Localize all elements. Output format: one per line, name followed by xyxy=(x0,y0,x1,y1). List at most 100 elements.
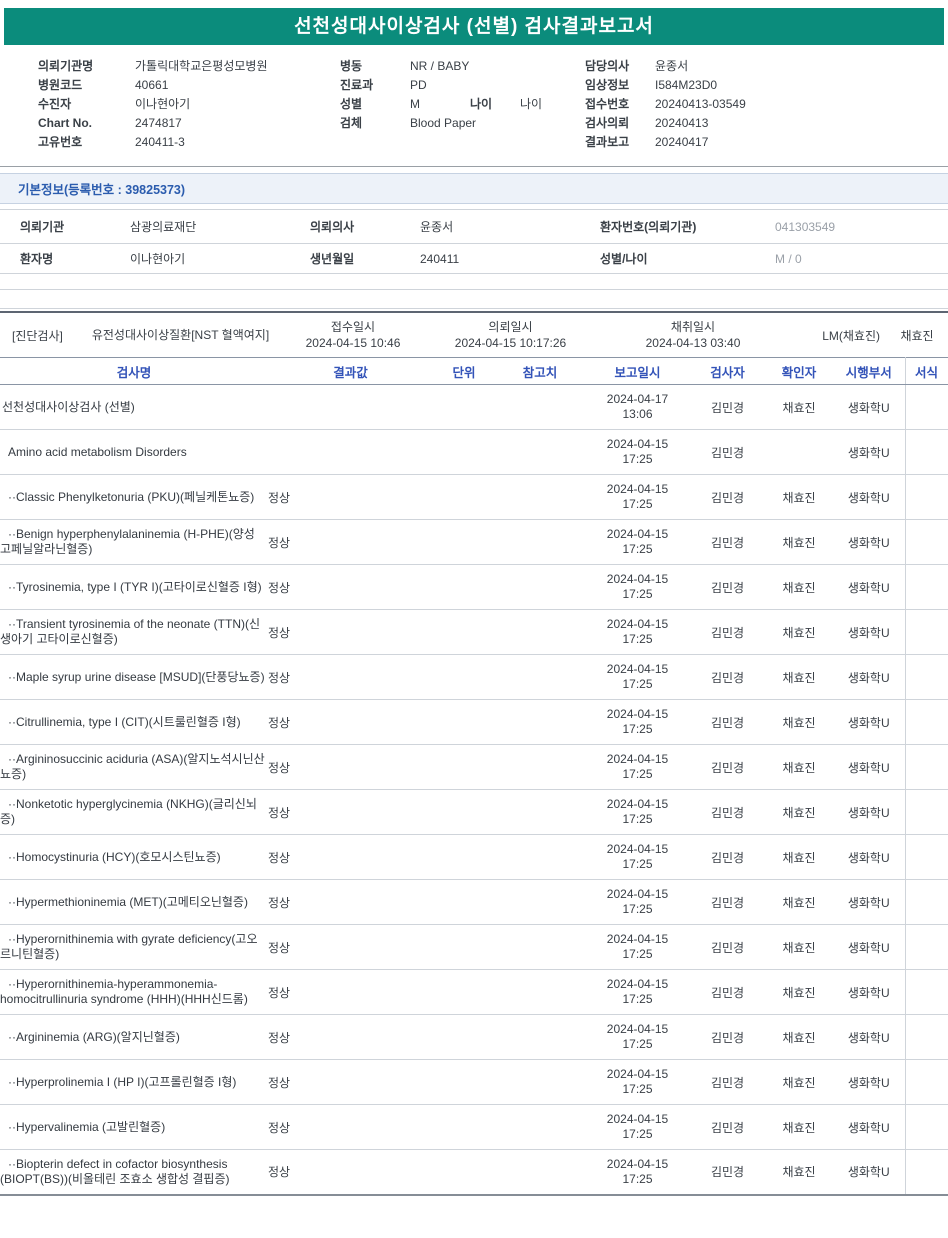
test-result: 정상 xyxy=(268,1014,433,1060)
field-label: 생년월일 xyxy=(290,243,400,274)
confirmer-name: 채효진 xyxy=(765,1104,833,1150)
test-name: ··Nonketotic hyperglycinemia (NKHG)(글리신뇌… xyxy=(0,789,268,835)
confirmer-name: 채효진 xyxy=(765,519,833,565)
confirmer-name: 채효진 xyxy=(765,879,833,925)
tester-name: 김민경 xyxy=(690,384,765,430)
form-cell xyxy=(904,1014,948,1060)
form-cell xyxy=(904,879,948,925)
info-label: 결과보고 xyxy=(585,135,630,149)
test-result: 정상 xyxy=(268,564,433,610)
form-cell xyxy=(904,924,948,970)
report-datetime: 2024-04-15 17:25 xyxy=(606,752,669,781)
info-label: 검체 xyxy=(340,116,363,130)
tester-name: 김민경 xyxy=(690,969,765,1015)
test-result: 정상 xyxy=(268,519,433,565)
report-datetime-cell: 2024-04-15 17:25 xyxy=(585,1104,690,1150)
test-unit xyxy=(433,654,495,700)
field-label: 환자명 xyxy=(0,243,110,274)
report-datetime-cell: 2024-04-15 17:25 xyxy=(585,699,690,745)
info-label: 병원코드 xyxy=(38,78,83,92)
test-name: ··Maple syrup urine disease [MSUD](단풍당뇨증… xyxy=(0,654,268,700)
info-row: 수진자 이나현아기 xyxy=(38,95,340,114)
lm-collector: LM(채효진) xyxy=(822,328,880,343)
info-row: Chart No. 2474817 xyxy=(38,114,340,133)
tester-name: 김민경 xyxy=(690,699,765,745)
report-title: 선천성대사이상검사 (선별) 검사결과보고서 xyxy=(294,16,654,37)
test-reference xyxy=(495,1059,585,1105)
form-cell xyxy=(904,699,948,745)
confirmer-name: 채효진 xyxy=(765,564,833,610)
section-divider xyxy=(0,166,948,167)
test-name: ··Classic Phenylketonuria (PKU)(페닐케톤뇨증) xyxy=(0,474,268,520)
form-cell xyxy=(904,384,948,430)
test-name: Amino acid metabolism Disorders xyxy=(0,429,268,475)
test-reference xyxy=(495,429,585,475)
col-header-confirmer: 확인자 xyxy=(765,357,833,385)
report-datetime: 2024-04-15 17:25 xyxy=(606,797,669,826)
test-unit xyxy=(433,1149,495,1196)
info-row: 접수번호 20240413-03549 xyxy=(585,95,948,114)
info-row: 임상정보 I584M23D0 xyxy=(585,76,948,95)
field-label: 성별/나이 xyxy=(580,243,755,274)
report-datetime: 2024-04-15 17:25 xyxy=(606,482,669,511)
report-datetime-cell: 2024-04-15 17:25 xyxy=(585,1014,690,1060)
info-value: 윤종서 xyxy=(655,59,689,73)
result-row: ··Tyrosinemia, type I (TYR I)(고타이로신혈증 I형… xyxy=(0,564,948,610)
test-result: 정상 xyxy=(268,1149,433,1196)
info-value: 240411-3 xyxy=(135,135,185,149)
collector-name: 채효진 xyxy=(900,328,934,343)
result-row: ··Biopterin defect in cofactor biosynthe… xyxy=(0,1149,948,1196)
info-label: 의뢰기관명 xyxy=(38,59,94,73)
form-cell xyxy=(904,1104,948,1150)
col-header-test-name: 검사명 xyxy=(0,357,268,385)
test-result: 정상 xyxy=(268,609,433,655)
department-name: 생화학U xyxy=(833,924,905,970)
info-label: 나이 xyxy=(470,97,493,111)
info-row: 검체 Blood Paper xyxy=(340,114,585,133)
info-row: 병원코드 40661 xyxy=(38,76,340,95)
tester-name: 김민경 xyxy=(690,519,765,565)
test-reference xyxy=(495,654,585,700)
report-datetime-cell: 2024-04-15 17:25 xyxy=(585,969,690,1015)
col-header-form: 서식 xyxy=(904,357,948,385)
department-name: 생화학U xyxy=(833,609,905,655)
report-datetime-cell: 2024-04-15 17:25 xyxy=(585,609,690,655)
result-row: ··Argininosuccinic aciduria (ASA)(알지노석시닌… xyxy=(0,744,948,790)
result-row: ··Argininemia (ARG)(알지닌혈증) 정상 2024-04-15… xyxy=(0,1014,948,1060)
requested-value: 2024-04-15 10:17:26 xyxy=(454,336,567,350)
report-datetime-cell: 2024-04-15 17:25 xyxy=(585,519,690,565)
test-name: ··Hypervalinemia (고발린혈증) xyxy=(0,1104,268,1150)
patient-header: 의뢰기관명 가톨릭대학교은평성모병원 병원코드 40661 수진자 이나현아기 … xyxy=(0,55,948,160)
test-name: ··Argininosuccinic aciduria (ASA)(알지노석시닌… xyxy=(0,744,268,790)
department-name: 생화학U xyxy=(833,789,905,835)
result-row: ··Benign hyperphenylalaninemia (H-PHE)(양… xyxy=(0,519,948,565)
form-cell xyxy=(904,519,948,565)
report-datetime: 2024-04-15 17:25 xyxy=(606,707,669,736)
test-unit xyxy=(433,474,495,520)
report-datetime-cell: 2024-04-15 17:25 xyxy=(585,1149,690,1196)
basic-info-row: 의뢰기관 삼광의료재단 의뢰의사 윤종서 환자번호(의뢰기관) 04130354… xyxy=(0,209,948,244)
department-name: 생화학U xyxy=(833,1104,905,1150)
info-label: 수진자 xyxy=(38,97,72,111)
tester-name: 김민경 xyxy=(690,474,765,520)
info-label: 접수번호 xyxy=(585,97,630,111)
report-datetime: 2024-04-17 13:06 xyxy=(606,392,669,421)
confirmer-name: 채효진 xyxy=(765,834,833,880)
info-value: I584M23D0 xyxy=(655,78,718,92)
result-row: ··Hypervalinemia (고발린혈증) 정상 2024-04-15 1… xyxy=(0,1104,948,1150)
report-datetime: 2024-04-15 17:25 xyxy=(606,437,669,466)
report-datetime: 2024-04-15 17:25 xyxy=(606,617,669,646)
confirmer-name: 채효진 xyxy=(765,924,833,970)
department-name: 생화학U xyxy=(833,474,905,520)
test-reference xyxy=(495,744,585,790)
form-cell xyxy=(904,834,948,880)
form-cell xyxy=(904,474,948,520)
result-row: 선천성대사이상검사 (선별) 2024-04-17 13:06 김민경 채효진 … xyxy=(0,384,948,430)
test-result: 정상 xyxy=(268,789,433,835)
confirmer-name: 채효진 xyxy=(765,1014,833,1060)
report-datetime-cell: 2024-04-15 17:25 xyxy=(585,654,690,700)
test-unit xyxy=(433,1104,495,1150)
test-name: ··Benign hyperphenylalaninemia (H-PHE)(양… xyxy=(0,519,268,565)
basic-info-row: 환자명 이나현아기 생년월일 240411 성별/나이 M / 0 xyxy=(0,243,948,274)
test-reference xyxy=(495,609,585,655)
